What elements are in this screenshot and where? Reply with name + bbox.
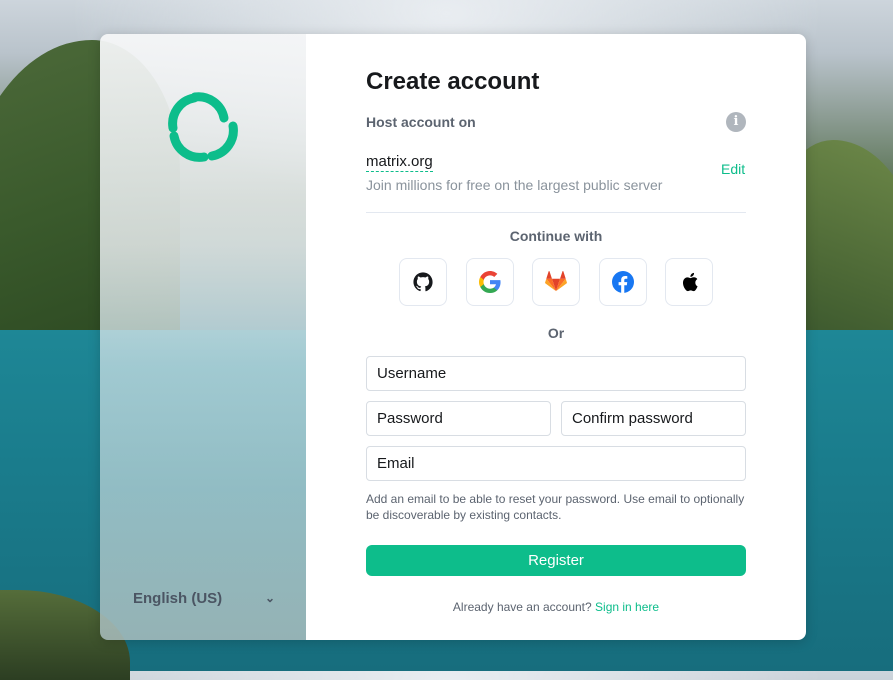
email-help-text: Add an email to be able to reset your pa…	[366, 492, 745, 522]
continue-with-label: Continue with	[509, 228, 603, 244]
facebook-sso-button[interactable]	[598, 258, 647, 306]
github-icon	[413, 272, 433, 292]
element-logo-icon	[168, 92, 238, 162]
or-separator: Or	[547, 325, 565, 341]
apple-icon	[682, 272, 698, 292]
page-title: Create account	[366, 68, 540, 95]
host-label: Host account on	[366, 114, 476, 130]
facebook-icon	[611, 271, 634, 293]
language-label: English (US)	[133, 589, 223, 607]
sign-in-link[interactable]: Sign in here	[595, 600, 659, 614]
email-input[interactable]	[366, 446, 746, 481]
google-icon	[478, 271, 501, 293]
github-sso-button[interactable]	[399, 258, 447, 306]
server-name: matrix.org	[366, 153, 433, 172]
signin-prompt-row: Already have an account? Sign in here	[366, 600, 746, 614]
confirm-password-input[interactable]	[561, 401, 746, 436]
apple-sso-button[interactable]	[665, 258, 713, 306]
edit-server-link[interactable]: Edit	[721, 161, 745, 177]
google-sso-button[interactable]	[465, 258, 514, 306]
password-input[interactable]	[366, 401, 551, 436]
language-selector[interactable]: English (US) ⌄	[133, 588, 275, 608]
gitlab-sso-button[interactable]	[532, 258, 580, 306]
divider	[366, 212, 746, 213]
auth-card: English (US) ⌄ Create account Host accou…	[100, 34, 806, 640]
register-button[interactable]: Register	[366, 545, 746, 576]
server-description: Join millions for free on the largest pu…	[366, 177, 663, 193]
registration-form: Create account Host account on i matrix.…	[306, 34, 806, 640]
sso-buttons	[399, 258, 713, 308]
gitlab-icon	[545, 271, 567, 292]
info-icon[interactable]: i	[726, 112, 746, 132]
chevron-down-icon: ⌄	[264, 591, 275, 605]
signin-prompt: Already have an account?	[452, 600, 592, 614]
auth-sidebar: English (US) ⌄	[100, 34, 306, 640]
username-input[interactable]	[366, 356, 746, 391]
